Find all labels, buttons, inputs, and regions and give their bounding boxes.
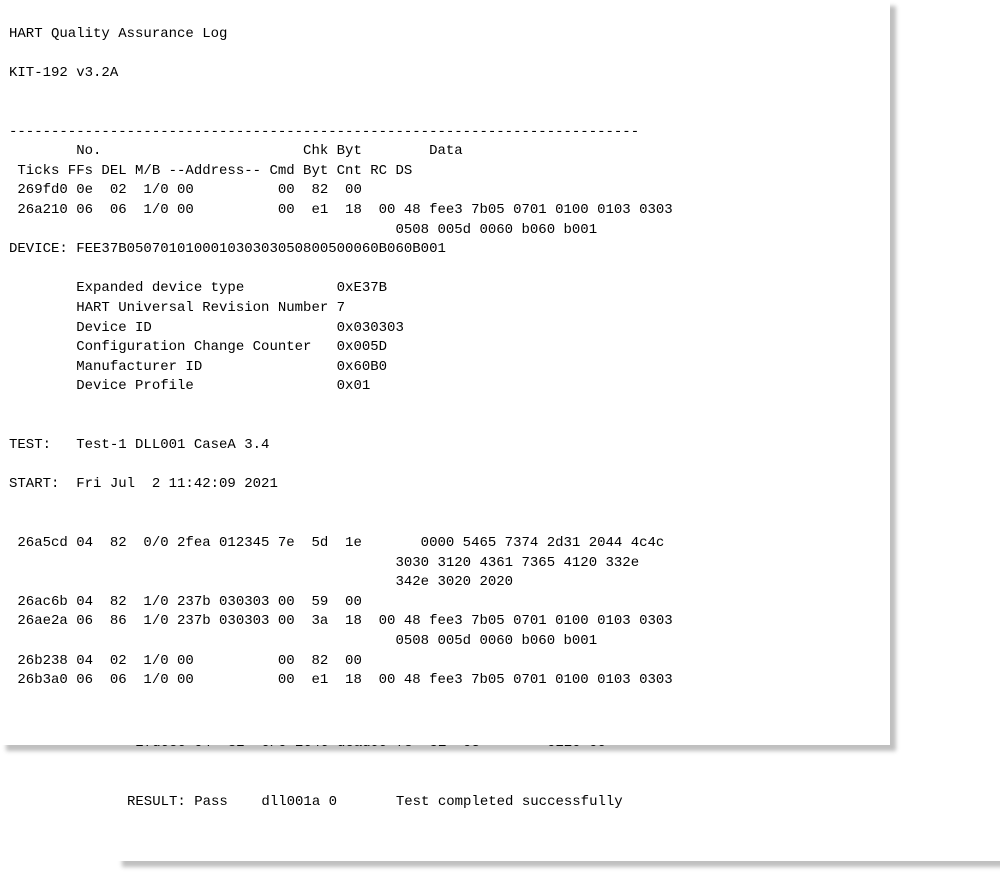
row-26ac6b: 26ac6b 04 82 1/0 237b 030303 00 59 00 <box>9 594 362 610</box>
device-line: DEVICE: FEE37B05070101000103030305080050… <box>9 241 446 257</box>
device-profile: Device Profile 0x01 <box>9 378 370 394</box>
device-config-change: Configuration Change Counter 0x005D <box>9 339 387 355</box>
row-269fd0: 269fd0 0e 02 1/0 00 00 82 00 <box>9 182 362 198</box>
device-id: Device ID 0x030303 <box>9 320 404 336</box>
divider: ----------------------------------------… <box>9 124 639 140</box>
test-line: TEST: Test-1 DLL001 CaseA 3.4 <box>9 437 269 453</box>
header-line-1: No. Chk Byt Data <box>9 143 463 159</box>
device-hart-rev: HART Universal Revision Number 7 <box>9 300 345 316</box>
row-26a5cd-cont2: 342e 3020 2020 <box>9 574 513 590</box>
header-line-2: Ticks FFs DEL M/B --Address-- Cmd Byt Cn… <box>9 163 412 179</box>
device-expanded-type: Expanded device type 0xE37B <box>9 280 387 296</box>
row-26a210: 26a210 06 06 1/0 00 00 e1 18 00 48 fee3 … <box>9 202 673 218</box>
row-26a210-cont: 0508 005d 0060 b060 b001 <box>9 222 597 238</box>
row-26ae2a-cont: 0508 005d 0060 b060 b001 <box>9 633 597 649</box>
row-26b3a0: 26b3a0 06 06 1/0 00 00 e1 18 00 48 fee3 … <box>9 672 673 688</box>
start-line: START: Fri Jul 2 11:42:09 2021 <box>9 476 278 492</box>
result-line: RESULT: Pass dll001a 0 Test completed su… <box>127 794 623 810</box>
front-text-block: HART Quality Assurance Log KIT-192 v3.2A… <box>9 25 881 691</box>
log-panel-front: HART Quality Assurance Log KIT-192 v3.2A… <box>0 0 890 745</box>
row-26a5cd-cont1: 3030 3120 4361 7365 4120 332e <box>9 555 639 571</box>
row-26a5cd: 26a5cd 04 82 0/0 2fea 012345 7e 5d 1e 00… <box>9 535 664 551</box>
row-26ae2a: 26ae2a 06 86 1/0 237b 030303 00 3a 18 00… <box>9 613 673 629</box>
device-manufacturer: Manufacturer ID 0x60B0 <box>9 359 387 375</box>
kit-version: KIT-192 v3.2A <box>9 65 118 81</box>
row-26b238: 26b238 04 02 1/0 00 00 82 00 <box>9 653 362 669</box>
log-title: HART Quality Assurance Log <box>9 26 227 42</box>
